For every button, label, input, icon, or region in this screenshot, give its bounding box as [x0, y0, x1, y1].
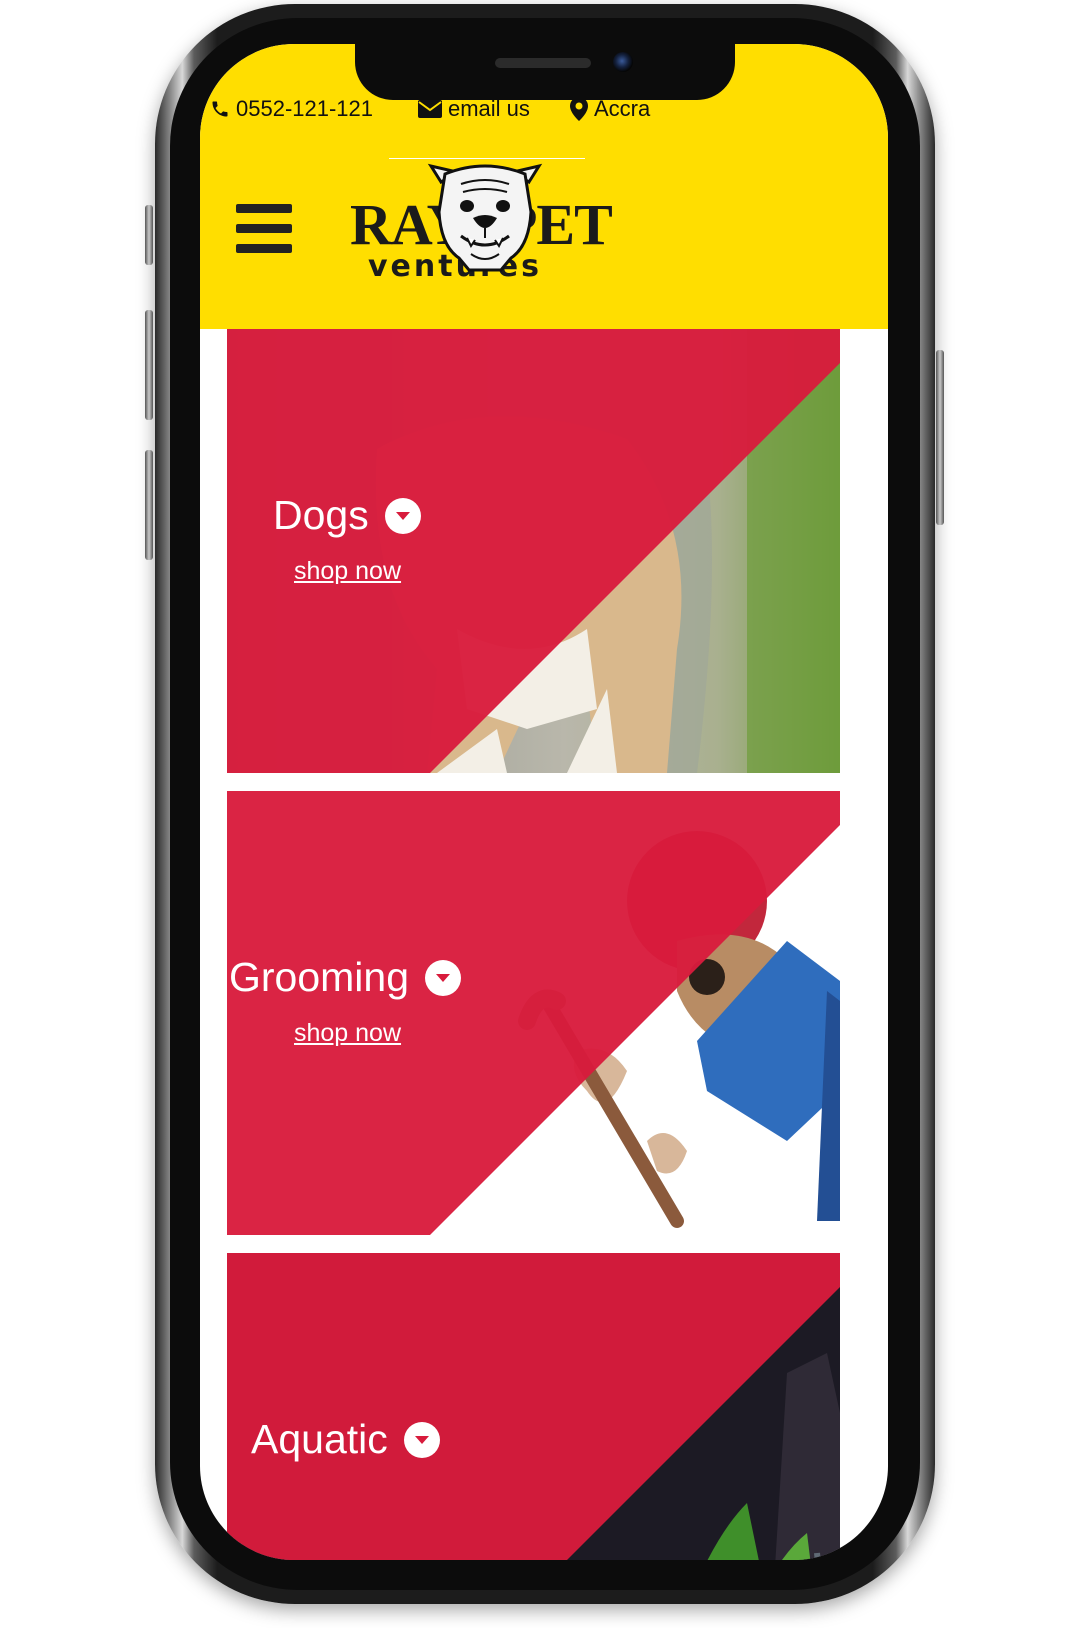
- category-title-row: Aquatic: [251, 1419, 440, 1460]
- category-title-row: Dogs: [273, 495, 421, 536]
- red-overlay: [227, 329, 840, 773]
- menu-hamburger-button[interactable]: [236, 204, 292, 254]
- phone-screen: 0552-121-121 email us Accra RAY PET vent…: [200, 44, 888, 1560]
- red-overlay: [227, 791, 840, 1235]
- category-title: Aquatic: [251, 1416, 388, 1462]
- phone-notch: [355, 44, 735, 100]
- volume-up-button: [145, 310, 153, 420]
- category-title-row: Grooming: [229, 954, 462, 1000]
- phone-number: 0552-121-121: [236, 96, 374, 121]
- shop-now-link[interactable]: shop now: [294, 557, 401, 586]
- hamburger-bar: [236, 204, 292, 213]
- hamburger-bar: [236, 224, 292, 233]
- contact-topbar: 0552-121-121 email us Accra: [210, 96, 850, 126]
- bulldog-icon: [427, 163, 543, 272]
- map-marker-icon: [570, 97, 588, 121]
- speaker-grille: [495, 58, 591, 68]
- category-card-grooming[interactable]: Grooming shop now: [227, 791, 840, 1235]
- category-card-dogs[interactable]: Dogs shop now: [227, 329, 840, 773]
- category-card-aquatic[interactable]: Aquatic: [227, 1253, 840, 1560]
- silent-switch: [145, 205, 153, 265]
- chevron-down-icon[interactable]: [425, 959, 462, 996]
- chevron-down-icon[interactable]: [384, 497, 421, 534]
- envelope-icon: [418, 100, 442, 118]
- hamburger-bar: [236, 244, 292, 253]
- volume-down-button: [145, 450, 153, 560]
- front-camera: [613, 52, 633, 72]
- logo-rule: [389, 158, 585, 159]
- brand-logo[interactable]: RAY PET ventures: [350, 156, 620, 286]
- phone-icon: [210, 99, 230, 119]
- category-title: Dogs: [273, 492, 369, 538]
- power-button: [936, 350, 944, 525]
- phone-contact[interactable]: 0552-121-121: [210, 96, 373, 122]
- red-overlay: [227, 1253, 840, 1560]
- chevron-down-icon[interactable]: [403, 1421, 440, 1458]
- category-title: Grooming: [229, 954, 410, 1000]
- shop-now-link[interactable]: shop now: [294, 1019, 401, 1048]
